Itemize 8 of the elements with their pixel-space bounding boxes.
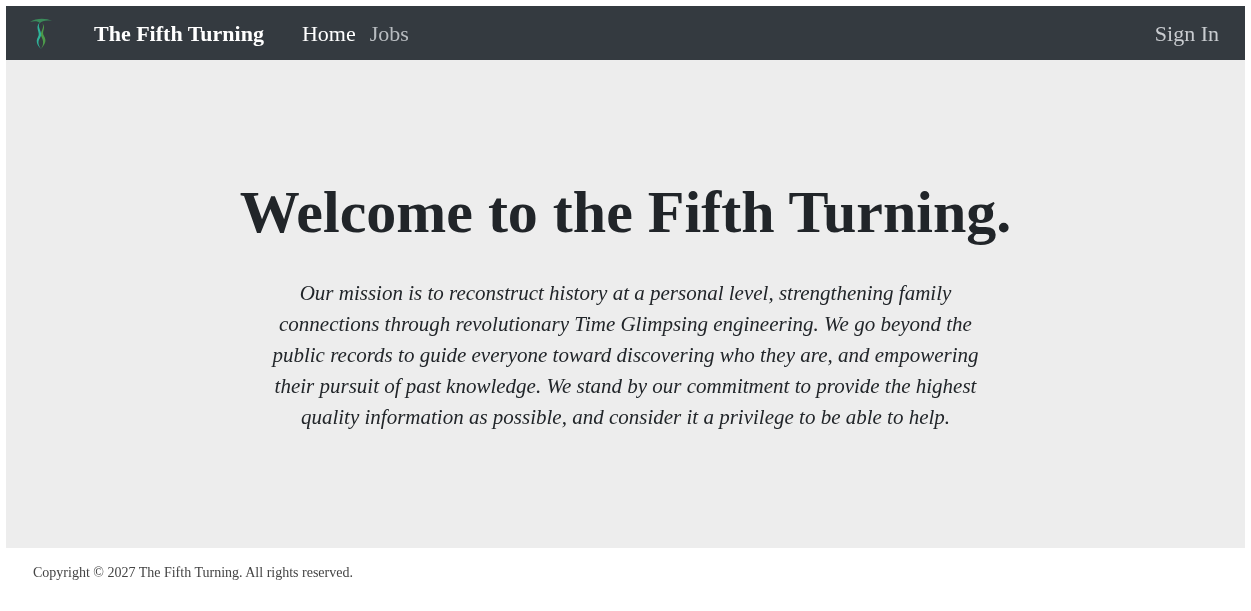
sign-in-link[interactable]: Sign In (1154, 16, 1219, 50)
nav-link[interactable]: Home (301, 16, 356, 50)
hero-title: Welcome to the Fifth Turning. (239, 178, 1012, 247)
brand-name[interactable]: The Fifth Turning (94, 16, 264, 50)
mission-text: Our mission is to reconstruct history at a personal level, strengthening family connections through revolutionary Time Glimpsing engineering. We go beyond the public records to guide everyone toward discovering who they are, and empowering their pursuit of past knowledge. We stand by our commitment to provide the highest quality information as possible, and consider it a privilege to be able to help. (270, 280, 980, 431)
logo-icon (28, 16, 54, 50)
nav-link[interactable]: Jobs (369, 16, 409, 50)
copyright-text: Copyright © 2027 The Fifth Turning. All rights reserved. (33, 565, 353, 580)
